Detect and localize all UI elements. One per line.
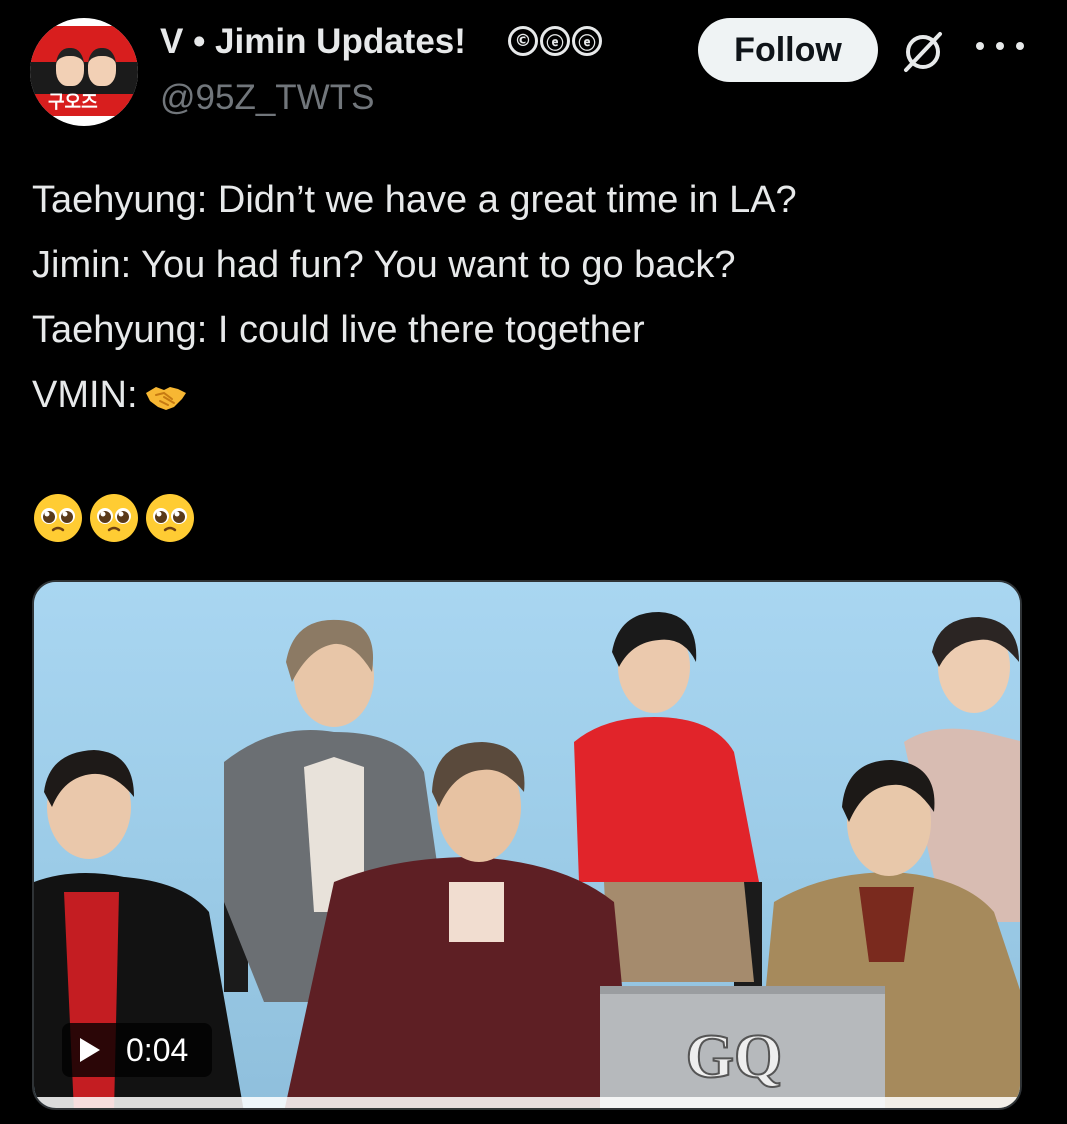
post-line-2: Jimin: You had fun? You want to go back? xyxy=(32,244,736,286)
post-line-3: Taehyung: I could live there together xyxy=(32,309,645,351)
badge-1: © xyxy=(508,26,538,56)
pleading-face-icon xyxy=(34,494,82,542)
video-bottom-bar xyxy=(34,1097,1020,1108)
video-time-badge[interactable]: 0:04 xyxy=(62,1023,212,1077)
avatar-logo-text: 구오즈 xyxy=(48,92,98,113)
more-options-icon[interactable] xyxy=(976,26,1024,66)
handshake-emoji-icon xyxy=(145,386,186,410)
gq-laptop: GQ xyxy=(600,986,885,1108)
profile-avatar[interactable]: 구오즈 xyxy=(30,18,138,126)
post-line-4: VMIN: xyxy=(32,363,797,428)
name-badges: © ⓔ ⓔ xyxy=(508,26,602,56)
video-duration: 0:04 xyxy=(126,1031,189,1068)
follow-button[interactable]: Follow xyxy=(698,18,878,82)
avatar-figure-left xyxy=(56,48,84,86)
post-line-1: Taehyung: Didn’t we have a great time in… xyxy=(32,179,797,221)
pleading-face-icon xyxy=(146,494,194,542)
pleading-face-icon xyxy=(90,494,138,542)
display-name[interactable]: V • Jimin Updates! xyxy=(160,22,466,62)
more-dot xyxy=(1016,42,1024,50)
avatar-figure-right xyxy=(88,48,116,86)
post-header: 구오즈 V • Jimin Updates! © ⓔ ⓔ @95Z_TWTS F… xyxy=(0,0,1067,140)
post-text: Taehyung: Didn’t we have a great time in… xyxy=(32,168,797,428)
play-icon[interactable] xyxy=(80,1038,100,1062)
badge-3: ⓔ xyxy=(572,26,602,56)
more-dot xyxy=(976,42,984,50)
grok-icon[interactable] xyxy=(900,28,946,74)
gq-logo: GQ xyxy=(686,1023,782,1091)
post-line-4-text: VMIN: xyxy=(32,374,138,416)
emoji-row xyxy=(32,492,196,544)
badge-2: ⓔ xyxy=(540,26,570,56)
user-handle[interactable]: @95Z_TWTS xyxy=(160,78,374,118)
more-dot xyxy=(996,42,1004,50)
avatar-band-top xyxy=(30,26,138,62)
